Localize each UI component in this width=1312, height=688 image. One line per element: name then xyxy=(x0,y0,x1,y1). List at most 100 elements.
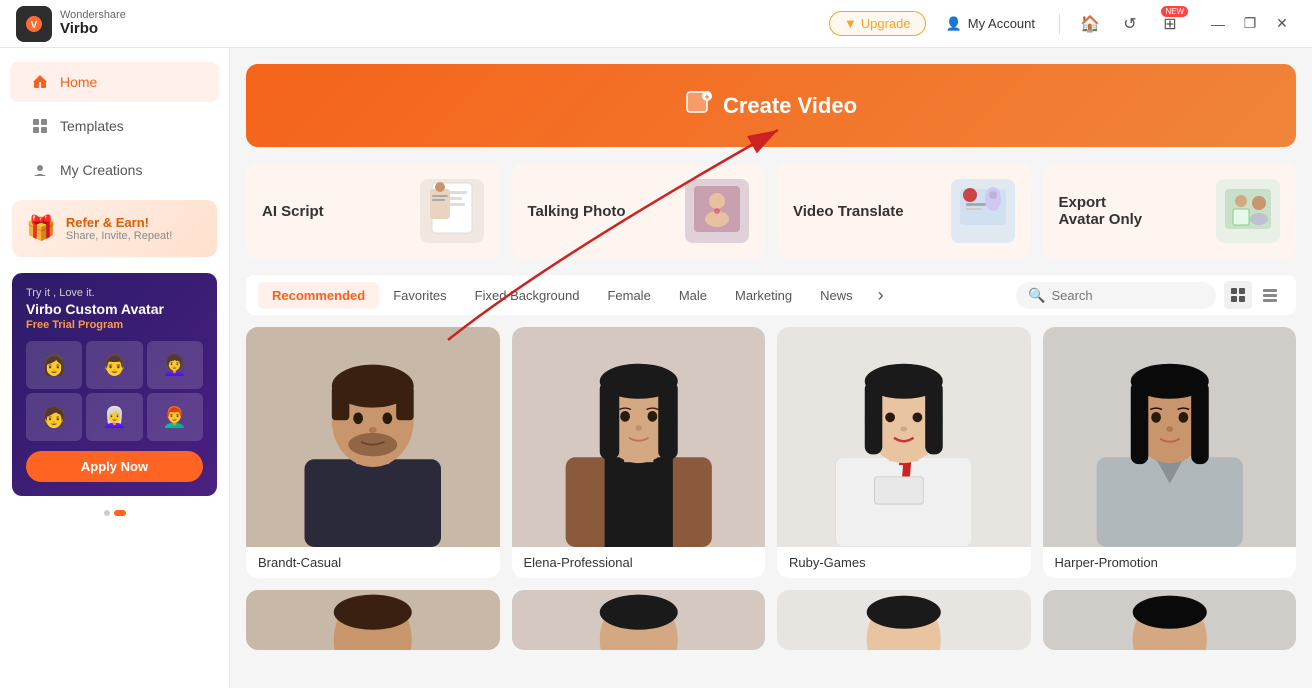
window-controls: — ❐ ✕ xyxy=(1204,10,1296,38)
avatar-image-elena xyxy=(512,327,766,547)
search-icon: 🔍 xyxy=(1028,287,1045,304)
thumb-4: 🧑 xyxy=(26,393,82,441)
templates-label: Templates xyxy=(60,118,124,134)
search-box: 🔍 xyxy=(1016,282,1216,309)
avatar-name-elena: Elena-Professional xyxy=(512,547,766,578)
logo-icon: V xyxy=(16,6,52,42)
custom-avatar-sub: Free Trial Program xyxy=(26,319,203,331)
templates-icon xyxy=(30,116,50,136)
more-filters-button[interactable]: › xyxy=(867,281,895,309)
avatar-name-ruby: Ruby-Games xyxy=(777,547,1031,578)
talking-photo-title: Talking Photo xyxy=(528,203,674,220)
filter-tab-marketing[interactable]: Marketing xyxy=(721,282,806,309)
talking-photo-image xyxy=(685,179,749,243)
sidebar-item-home[interactable]: Home xyxy=(10,62,219,102)
custom-avatar-banner[interactable]: Try it , Love it. Virbo Custom Avatar Fr… xyxy=(12,273,217,496)
my-creations-label: My Creations xyxy=(60,162,142,178)
list-view-button[interactable] xyxy=(1256,281,1284,309)
upgrade-button[interactable]: ▼ Upgrade xyxy=(829,11,926,36)
filter-tab-male[interactable]: Male xyxy=(665,282,721,309)
thumb-1: 👩 xyxy=(26,341,82,389)
avatar-section: Brandt-Casual xyxy=(246,327,1296,578)
history-icon[interactable]: ↺ xyxy=(1116,10,1144,38)
filter-tab-favorites[interactable]: Favorites xyxy=(379,282,460,309)
close-button[interactable]: ✕ xyxy=(1268,10,1296,38)
refer-banner[interactable]: 🎁 Refer & Earn! Share, Invite, Repeat! xyxy=(12,200,217,257)
avatar-card-bottom-4[interactable] xyxy=(1043,590,1297,650)
refer-title: Refer & Earn! xyxy=(66,215,172,230)
minimize-button[interactable]: — xyxy=(1204,10,1232,38)
my-creations-icon xyxy=(30,160,50,180)
filter-tab-recommended[interactable]: Recommended xyxy=(258,282,379,309)
feature-card-talking-photo[interactable]: Talking Photo xyxy=(512,163,766,259)
create-video-label: Create Video xyxy=(723,93,857,119)
custom-avatar-images: 👩 👨 👩‍🦱 🧑 👩‍🦳 👨‍🦰 xyxy=(26,341,203,441)
thumb-6: 👨‍🦰 xyxy=(147,393,203,441)
thumb-2: 👨 xyxy=(86,341,142,389)
sidebar-item-my-creations[interactable]: My Creations xyxy=(10,150,219,190)
video-translate-title: Video Translate xyxy=(793,203,939,220)
avatar-image-harper xyxy=(1043,327,1297,547)
avatar-card-elena[interactable]: Elena-Professional xyxy=(512,327,766,578)
filter-tab-news[interactable]: News xyxy=(806,282,867,309)
new-badge: NEW xyxy=(1161,6,1188,17)
avatar-card-bottom-3[interactable] xyxy=(777,590,1031,650)
maximize-button[interactable]: ❐ xyxy=(1236,10,1264,38)
thumb-5: 👩‍🦳 xyxy=(86,393,142,441)
avatar-image-bottom-3 xyxy=(777,590,1031,650)
sidebar-item-templates[interactable]: Templates xyxy=(10,106,219,146)
svg-text:V: V xyxy=(31,20,38,31)
avatar-grid-bottom xyxy=(246,590,1296,650)
feature-card-export-avatar[interactable]: Export Avatar Only xyxy=(1043,163,1297,259)
custom-avatar-brand: Virbo Custom Avatar xyxy=(26,301,203,317)
dot-2 xyxy=(114,510,126,516)
refer-icon: 🎁 xyxy=(26,214,56,243)
apply-now-button[interactable]: Apply Now xyxy=(26,451,203,482)
grid-view-button[interactable] xyxy=(1224,281,1252,309)
ai-script-image xyxy=(420,179,484,243)
export-avatar-image xyxy=(1216,179,1280,243)
avatar-card-bottom-2[interactable] xyxy=(512,590,766,650)
avatar-image-brandt xyxy=(246,327,500,547)
svg-text:+: + xyxy=(705,93,710,102)
avatar-grid: Brandt-Casual xyxy=(246,327,1296,578)
video-translate-image xyxy=(951,179,1015,243)
avatar-name-harper: Harper-Promotion xyxy=(1043,547,1297,578)
filter-tab-fixed-background[interactable]: Fixed Background xyxy=(461,282,594,309)
search-input[interactable] xyxy=(1051,288,1191,303)
create-video-button[interactable]: + Create Video xyxy=(246,64,1296,147)
account-label: My Account xyxy=(968,16,1035,31)
refer-sub: Share, Invite, Repeat! xyxy=(66,230,172,242)
titlebar-right: ▼ Upgrade 👤 My Account 🏠 ↺ ⊞ NEW — ❐ ✕ xyxy=(829,10,1296,38)
avatar-card-bottom-1[interactable] xyxy=(246,590,500,650)
logo-name: Virbo xyxy=(60,21,126,38)
sidebar: Home Templates My Creations 🎁 Refer & Ea… xyxy=(0,48,230,688)
feature-card-video-translate[interactable]: Video Translate xyxy=(777,163,1031,259)
filter-tab-female[interactable]: Female xyxy=(593,282,664,309)
avatar-card-ruby[interactable]: Ruby-Games xyxy=(777,327,1031,578)
help-icon[interactable]: 🏠 xyxy=(1076,10,1104,38)
titlebar: V Wondershare Virbo ▼ Upgrade 👤 My Accou… xyxy=(0,0,1312,48)
ai-script-title: AI Script xyxy=(262,203,408,220)
filter-bar: Recommended Favorites Fixed Background F… xyxy=(246,275,1296,315)
home-label: Home xyxy=(60,74,97,90)
my-account-button[interactable]: 👤 My Account xyxy=(938,12,1043,36)
divider xyxy=(1059,14,1060,34)
dot-1 xyxy=(104,510,110,516)
upgrade-label: Upgrade xyxy=(861,16,911,31)
main-layout: Home Templates My Creations 🎁 Refer & Ea… xyxy=(0,48,1312,688)
account-icon: 👤 xyxy=(946,16,962,32)
main-content: + Create Video AI Script xyxy=(230,48,1312,688)
thumb-3: 👩‍🦱 xyxy=(147,341,203,389)
avatar-card-brandt[interactable]: Brandt-Casual xyxy=(246,327,500,578)
refer-text: Refer & Earn! Share, Invite, Repeat! xyxy=(66,215,172,242)
export-avatar-title: Export Avatar Only xyxy=(1059,194,1205,228)
avatar-image-bottom-1 xyxy=(246,590,500,650)
avatar-name-brandt: Brandt-Casual xyxy=(246,547,500,578)
custom-avatar-line1: Try it , Love it. xyxy=(26,287,203,299)
avatar-card-harper[interactable]: Harper-Promotion xyxy=(1043,327,1297,578)
feature-card-ai-script[interactable]: AI Script xyxy=(246,163,500,259)
upgrade-arrow: ▼ xyxy=(844,16,857,31)
home-icon xyxy=(30,72,50,92)
app-logo: V Wondershare Virbo xyxy=(16,6,126,42)
